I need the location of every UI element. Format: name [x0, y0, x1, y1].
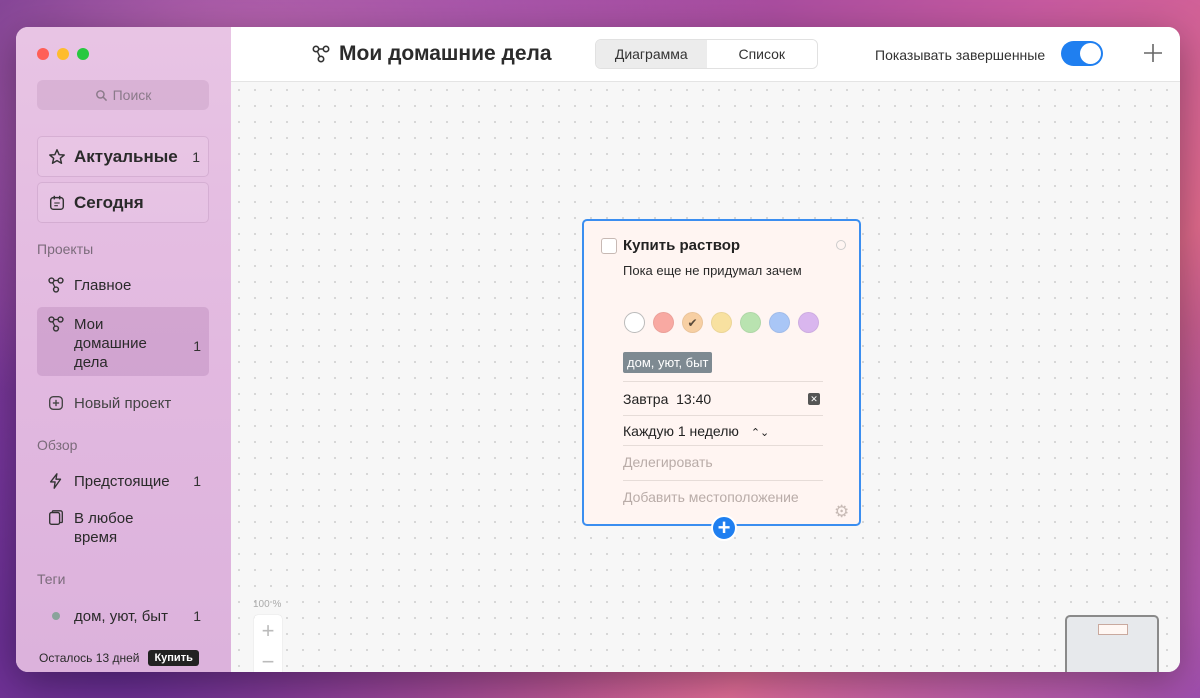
task-tag[interactable]: дом, уют, быт [623, 352, 713, 373]
repeat-selector[interactable]: Каждую 1 неделю ⌃⌄ [623, 423, 769, 439]
star-icon [49, 148, 65, 164]
due-date-label: Завтра [623, 391, 669, 407]
sidebar-item-main-project[interactable]: Главное [37, 273, 209, 297]
sidebar-item-home-project[interactable]: Мои домашние дела 1 [37, 307, 209, 376]
sidebar-item-count: 1 [193, 608, 201, 624]
overview-section-label: Обзор [37, 437, 78, 453]
color-swatch[interactable] [653, 312, 674, 333]
task-checkbox[interactable] [601, 238, 617, 254]
zoom-level: 100 % [253, 599, 282, 610]
sidebar-item-upcoming[interactable]: Предстоящие 1 [37, 469, 209, 493]
color-picker: ✔ [624, 312, 819, 333]
search-icon [95, 89, 107, 101]
stack-icon [49, 510, 63, 525]
project-nodes-icon [312, 45, 330, 63]
due-time-label: 13:40 [676, 391, 712, 407]
zoom-out-button[interactable]: − [254, 646, 282, 673]
sidebar-item-count: 1 [193, 473, 201, 489]
projects-section-label: Проекты [37, 241, 94, 257]
plus-icon [1144, 44, 1162, 62]
trial-footer: Осталось 13 дней Купить [39, 650, 199, 666]
gear-icon[interactable]: ⚙ [834, 502, 849, 522]
page-title-text: Мои домашние дела [339, 42, 552, 65]
divider [623, 445, 823, 446]
delegate-field[interactable]: Делегировать [623, 454, 713, 470]
sidebar-item-tag[interactable]: дом, уют, быт 1 [37, 604, 209, 628]
color-swatch[interactable]: ✔ [682, 312, 703, 333]
sidebar-item-label: Предстоящие [74, 472, 170, 490]
toolbar: Мои домашние дела Диаграмма Список Показ… [231, 27, 1180, 82]
minimize-window-button[interactable] [57, 48, 69, 60]
sidebar: Поиск Актуальные 1 Сегодня Проекты Главн… [16, 27, 231, 672]
color-swatch[interactable] [769, 312, 790, 333]
trial-remaining-text: Осталось 13 дней [39, 651, 140, 665]
task-title[interactable]: Купить раствор [623, 237, 740, 254]
task-status-dot [836, 240, 846, 250]
calendar-icon [49, 195, 65, 210]
new-project-label: Новый проект [74, 394, 172, 412]
tab-list[interactable]: Список [706, 40, 817, 68]
clear-date-button[interactable]: ✕ [808, 393, 820, 405]
show-completed-toggle[interactable] [1061, 41, 1103, 66]
sidebar-item-label: В любое время [74, 510, 134, 546]
zoom-controls: + − [254, 615, 282, 672]
sidebar-item-label: Сегодня [74, 192, 144, 212]
task-due-date[interactable]: Завтра 13:40 [623, 391, 711, 407]
tab-diagram[interactable]: Диаграмма [596, 40, 707, 68]
add-subtask-button[interactable]: + [711, 515, 737, 541]
minimap-card [1098, 624, 1128, 635]
view-switcher: Диаграмма Список [595, 39, 818, 69]
zoom-in-button[interactable]: + [254, 615, 282, 646]
close-window-button[interactable] [37, 48, 49, 60]
sidebar-item-label: Актуальные [74, 146, 178, 166]
project-nodes-icon [48, 277, 64, 293]
add-task-button[interactable] [1143, 38, 1163, 69]
toggle-knob [1080, 43, 1101, 64]
sidebar-item-today[interactable]: Сегодня [37, 182, 209, 223]
task-card[interactable]: Купить раствор Пока еще не придумал заче… [582, 219, 861, 541]
search-placeholder: Поиск [112, 87, 152, 103]
zoom-window-button[interactable] [77, 48, 89, 60]
buy-button[interactable]: Купить [148, 650, 199, 666]
color-swatch[interactable] [798, 312, 819, 333]
plus-square-icon [49, 396, 63, 410]
color-swatch[interactable] [740, 312, 761, 333]
diagram-canvas[interactable]: Купить раствор Пока еще не придумал заче… [231, 82, 1180, 672]
main-area: Мои домашние дела Диаграмма Список Показ… [231, 27, 1180, 672]
sidebar-item-count: 1 [192, 148, 200, 165]
location-field[interactable]: Добавить местоположение [623, 489, 799, 505]
divider [623, 381, 823, 382]
new-project-button[interactable]: Новый проект [37, 391, 209, 415]
divider [623, 480, 823, 481]
sidebar-item-anytime[interactable]: В любое время [37, 509, 209, 551]
sidebar-item-active[interactable]: Актуальные 1 [37, 136, 209, 177]
up-down-chevron-icon: ⌃⌄ [750, 427, 770, 439]
sidebar-item-label: дом, уют, быт [74, 607, 168, 625]
repeat-label: Каждую 1 неделю [623, 423, 739, 439]
minimap[interactable] [1065, 615, 1159, 672]
divider [623, 415, 823, 416]
tags-section-label: Теги [37, 571, 66, 587]
tag-dot-icon [47, 612, 65, 620]
page-title: Мои домашние дела [311, 42, 552, 66]
checkmark-icon: ✔ [687, 315, 698, 330]
project-nodes-icon [48, 316, 64, 332]
sidebar-item-count: 1 [193, 337, 201, 354]
lightning-icon [49, 473, 62, 489]
sidebar-item-label: Мои домашние дела [74, 316, 147, 371]
show-completed-label: Показывать завершенные [875, 47, 1046, 63]
app-window: Поиск Актуальные 1 Сегодня Проекты Главн… [16, 27, 1180, 672]
color-swatch[interactable] [711, 312, 732, 333]
color-swatch[interactable] [624, 312, 645, 333]
task-note[interactable]: Пока еще не придумал зачем [623, 262, 823, 279]
sidebar-item-label: Главное [74, 276, 132, 294]
search-field[interactable]: Поиск [37, 80, 209, 110]
